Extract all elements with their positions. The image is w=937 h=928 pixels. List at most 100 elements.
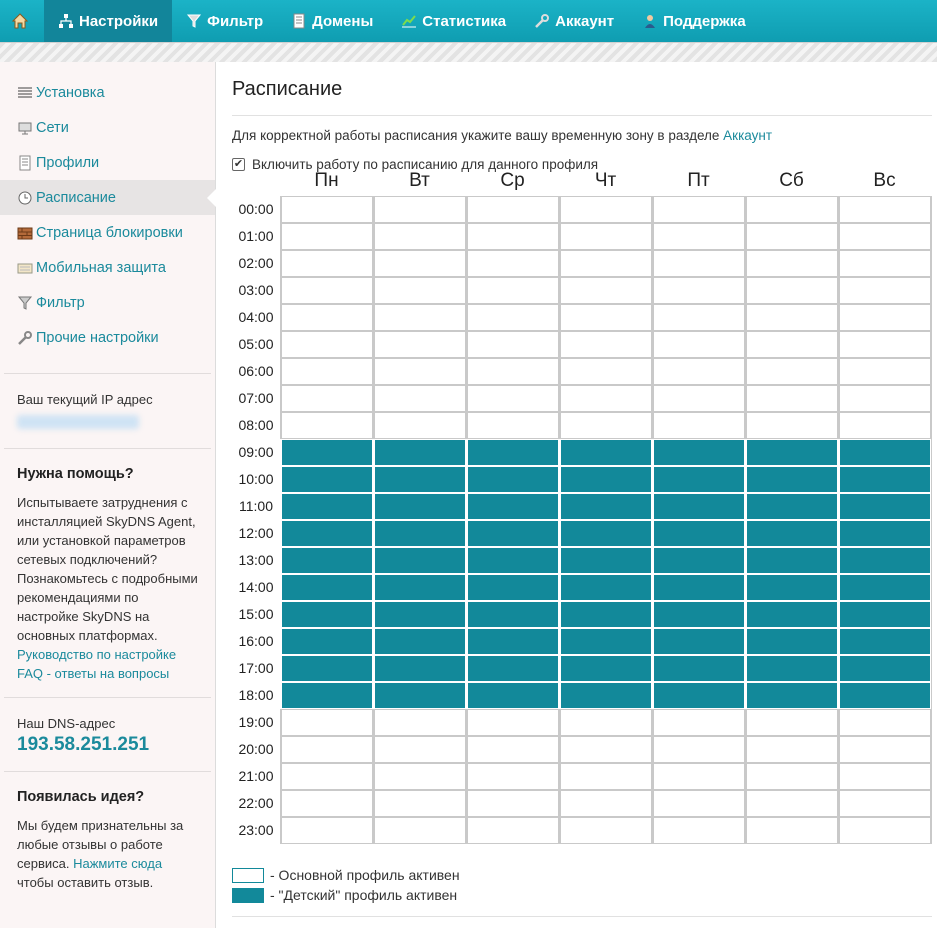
schedule-cell[interactable] [838, 331, 931, 358]
schedule-cell[interactable] [466, 304, 559, 331]
sidebar-item-networks[interactable]: Сети [0, 110, 215, 145]
hour-label[interactable]: 10:00 [232, 466, 280, 493]
schedule-cell[interactable] [652, 331, 745, 358]
schedule-cell[interactable] [559, 439, 652, 466]
schedule-cell[interactable] [466, 466, 559, 493]
schedule-cell[interactable] [745, 763, 838, 790]
schedule-cell[interactable] [373, 250, 466, 277]
schedule-cell[interactable] [280, 304, 373, 331]
schedule-cell[interactable] [373, 304, 466, 331]
schedule-cell[interactable] [559, 763, 652, 790]
day-header[interactable]: Пт [652, 170, 745, 192]
schedule-cell[interactable] [280, 358, 373, 385]
schedule-cell[interactable] [652, 628, 745, 655]
schedule-cell[interactable] [280, 493, 373, 520]
hour-label[interactable]: 13:00 [232, 547, 280, 574]
hour-label[interactable]: 06:00 [232, 358, 280, 385]
schedule-cell[interactable] [838, 574, 931, 601]
nav-statistics[interactable]: Статистика [387, 0, 520, 42]
schedule-cell[interactable] [466, 817, 559, 844]
schedule-cell[interactable] [280, 520, 373, 547]
schedule-cell[interactable] [652, 412, 745, 439]
hour-label[interactable]: 03:00 [232, 277, 280, 304]
schedule-cell[interactable] [745, 547, 838, 574]
schedule-cell[interactable] [838, 304, 931, 331]
schedule-cell[interactable] [373, 682, 466, 709]
schedule-cell[interactable] [466, 358, 559, 385]
schedule-cell[interactable] [838, 601, 931, 628]
account-link[interactable]: Аккаунт [723, 128, 772, 143]
schedule-cell[interactable] [559, 574, 652, 601]
schedule-cell[interactable] [373, 601, 466, 628]
schedule-cell[interactable] [466, 628, 559, 655]
schedule-cell[interactable] [280, 547, 373, 574]
schedule-cell[interactable] [652, 466, 745, 493]
schedule-cell[interactable] [652, 493, 745, 520]
schedule-cell[interactable] [559, 709, 652, 736]
nav-support[interactable]: Поддержка [628, 0, 760, 42]
schedule-cell[interactable] [559, 736, 652, 763]
schedule-cell[interactable] [838, 655, 931, 682]
sidebar-item-schedule[interactable]: Расписание [0, 180, 216, 215]
schedule-cell[interactable] [373, 385, 466, 412]
schedule-cell[interactable] [745, 493, 838, 520]
schedule-cell[interactable] [745, 223, 838, 250]
schedule-cell[interactable] [559, 817, 652, 844]
schedule-cell[interactable] [745, 331, 838, 358]
day-header[interactable]: Вт [373, 170, 466, 192]
schedule-cell[interactable] [838, 196, 931, 223]
schedule-cell[interactable] [466, 547, 559, 574]
schedule-cell[interactable] [466, 709, 559, 736]
schedule-cell[interactable] [466, 223, 559, 250]
schedule-cell[interactable] [652, 817, 745, 844]
enable-schedule-checkbox[interactable]: ✔ [232, 158, 245, 171]
hour-label[interactable]: 18:00 [232, 682, 280, 709]
day-header[interactable]: Ср [466, 170, 559, 192]
schedule-cell[interactable] [838, 817, 931, 844]
schedule-cell[interactable] [559, 682, 652, 709]
hour-label[interactable]: 22:00 [232, 790, 280, 817]
schedule-cell[interactable] [745, 385, 838, 412]
hour-label[interactable]: 23:00 [232, 817, 280, 844]
schedule-cell[interactable] [466, 196, 559, 223]
schedule-cell[interactable] [373, 331, 466, 358]
hour-label[interactable]: 08:00 [232, 412, 280, 439]
schedule-cell[interactable] [559, 790, 652, 817]
schedule-cell[interactable] [559, 466, 652, 493]
schedule-cell[interactable] [745, 439, 838, 466]
schedule-cell[interactable] [280, 412, 373, 439]
day-header[interactable]: Сб [745, 170, 838, 192]
schedule-cell[interactable] [745, 574, 838, 601]
schedule-cell[interactable] [652, 439, 745, 466]
schedule-cell[interactable] [559, 385, 652, 412]
hour-label[interactable]: 05:00 [232, 331, 280, 358]
schedule-cell[interactable] [466, 331, 559, 358]
schedule-cell[interactable] [466, 601, 559, 628]
schedule-cell[interactable] [745, 250, 838, 277]
schedule-cell[interactable] [559, 250, 652, 277]
day-header[interactable]: Вс [838, 170, 931, 192]
schedule-cell[interactable] [838, 682, 931, 709]
schedule-cell[interactable] [373, 547, 466, 574]
schedule-cell[interactable] [280, 331, 373, 358]
hour-label[interactable]: 12:00 [232, 520, 280, 547]
hour-label[interactable]: 07:00 [232, 385, 280, 412]
schedule-cell[interactable] [745, 277, 838, 304]
schedule-cell[interactable] [466, 763, 559, 790]
hour-label[interactable]: 04:00 [232, 304, 280, 331]
faq-link[interactable]: FAQ - ответы на вопросы [17, 666, 169, 681]
hour-label[interactable]: 14:00 [232, 574, 280, 601]
nav-settings[interactable]: Настройки [44, 0, 173, 42]
schedule-cell[interactable] [838, 277, 931, 304]
schedule-cell[interactable] [373, 493, 466, 520]
schedule-cell[interactable] [280, 196, 373, 223]
schedule-cell[interactable] [280, 574, 373, 601]
schedule-cell[interactable] [280, 250, 373, 277]
schedule-cell[interactable] [745, 655, 838, 682]
sidebar-item-block-page[interactable]: Страница блокировки [0, 215, 215, 250]
schedule-cell[interactable] [280, 439, 373, 466]
guide-link[interactable]: Руководство по настройке [17, 647, 176, 662]
schedule-cell[interactable] [559, 223, 652, 250]
schedule-cell[interactable] [466, 493, 559, 520]
schedule-cell[interactable] [652, 250, 745, 277]
